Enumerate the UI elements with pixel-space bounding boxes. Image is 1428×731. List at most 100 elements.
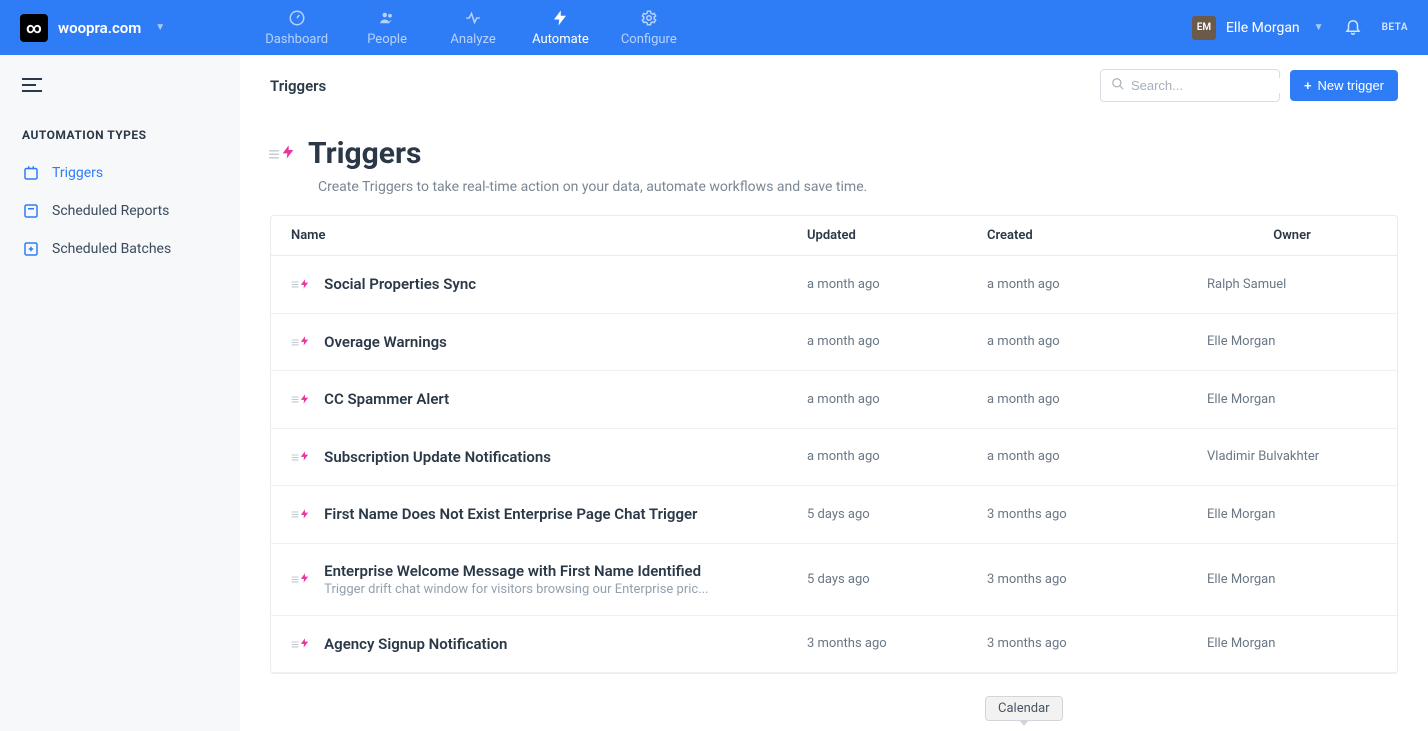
table-header: Name Updated Created Owner <box>271 216 1397 256</box>
header-owner[interactable]: Owner <box>1207 228 1377 243</box>
row-name-cell: ≡Enterprise Welcome Message with First N… <box>291 562 807 597</box>
row-updated: a month ago <box>807 449 987 464</box>
site-name: woopra.com <box>58 19 141 37</box>
row-created: 3 months ago <box>987 572 1207 587</box>
calendar-tooltip: Calendar <box>985 696 1063 721</box>
row-name-cell: ≡ Overage Warnings <box>291 332 807 353</box>
batch-icon <box>22 240 40 258</box>
content: Triggers + New trigger ≡ <box>240 55 1428 731</box>
row-name: Overage Warnings <box>324 333 807 351</box>
table-row[interactable]: ≡Agency Signup Notification3 months ago3… <box>271 616 1397 674</box>
table-row[interactable]: ≡ First Name Does Not Exist Enterprise Pa… <box>271 486 1397 544</box>
site-switcher[interactable]: ∞ woopra.com ▼ <box>20 14 165 42</box>
row-desc: Trigger drift chat window for visitors b… <box>324 582 807 597</box>
trigger-icon <box>22 164 40 182</box>
table-row[interactable]: ≡Enterprise Welcome Message with First N… <box>271 544 1397 616</box>
row-updated: 3 months ago <box>807 636 987 651</box>
row-owner: Vladimir Bulvakhter <box>1207 449 1377 464</box>
nav-tab-label: Configure <box>621 32 677 47</box>
row-name: Social Properties Sync <box>324 275 807 293</box>
row-name-cell: ≡ Subscription Update Notifications <box>291 447 807 468</box>
gear-icon <box>640 9 658 30</box>
page-subtitle: Create Triggers to take real-time action… <box>318 179 1398 195</box>
row-owner: Elle Morgan <box>1207 636 1377 651</box>
nav-tab-automate[interactable]: Automate <box>532 0 589 55</box>
row-created: a month ago <box>987 449 1207 464</box>
header-created[interactable]: Created <box>987 228 1207 243</box>
triggers-table: Name Updated Created Owner ≡ Social Prope… <box>270 215 1398 674</box>
row-name: Subscription Update Notifications <box>324 448 807 466</box>
trigger-bolt-icon: ≡ <box>291 391 310 410</box>
content-toolbar: Triggers + New trigger <box>240 55 1428 116</box>
user-name: Elle Morgan <box>1226 20 1300 36</box>
table-body[interactable]: ≡Social Properties Synca month agoa mont… <box>271 256 1397 673</box>
trigger-bolt-icon: ≡ <box>291 570 310 589</box>
nav-tab-configure[interactable]: Configure <box>621 0 677 55</box>
menu-icon <box>22 77 42 96</box>
header-updated[interactable]: Updated <box>807 228 987 243</box>
sidebar-toggle[interactable] <box>0 73 240 110</box>
plus-icon: + <box>1304 78 1312 93</box>
nav-tab-analyze[interactable]: Analyze <box>446 0 500 55</box>
main-layout: AUTOMATION TYPES Triggers Scheduled Repo… <box>0 55 1428 731</box>
nav-tab-dashboard[interactable]: Dashboard <box>265 0 328 55</box>
bell-icon[interactable] <box>1344 17 1362 39</box>
people-icon <box>378 9 396 30</box>
sidebar-item-label: Scheduled Reports <box>52 203 169 219</box>
page-title: Triggers <box>308 136 421 171</box>
trigger-bolt-icon: ≡ <box>270 142 294 166</box>
header-name[interactable]: Name <box>291 228 807 243</box>
row-name-cell: ≡ Social Properties Sync <box>291 274 807 295</box>
table-row[interactable]: ≡Overage Warningsa month agoa month agoE… <box>271 314 1397 372</box>
sidebar-item-label: Scheduled Batches <box>52 241 171 257</box>
trigger-bolt-icon: ≡ <box>291 448 310 467</box>
row-created: 3 months ago <box>987 507 1207 522</box>
pulse-icon <box>464 9 482 30</box>
user-menu[interactable]: EM Elle Morgan ▼ <box>1192 16 1324 40</box>
search-input[interactable] <box>1131 78 1307 93</box>
page-header: ≡ Triggers Create Triggers to take real-… <box>240 116 1428 215</box>
sidebar-item-label: Triggers <box>52 165 103 181</box>
report-icon <box>22 202 40 220</box>
nav-tab-label: People <box>367 32 407 47</box>
search-icon <box>1111 76 1125 95</box>
trigger-bolt-icon: ≡ <box>291 635 310 654</box>
bolt-icon <box>551 9 569 30</box>
sidebar-item-triggers[interactable]: Triggers <box>0 154 240 192</box>
nav-tab-label: Automate <box>532 32 589 47</box>
logo-icon: ∞ <box>20 14 48 42</box>
row-updated: a month ago <box>807 334 987 349</box>
row-updated: a month ago <box>807 392 987 407</box>
row-updated: 5 days ago <box>807 507 987 522</box>
new-trigger-button[interactable]: + New trigger <box>1290 70 1398 101</box>
nav-tab-label: Analyze <box>450 32 495 47</box>
table-row[interactable]: ≡Social Properties Synca month agoa mont… <box>271 256 1397 314</box>
sidebar-heading: AUTOMATION TYPES <box>0 110 240 154</box>
row-name: CC Spammer Alert <box>324 390 807 408</box>
sidebar: AUTOMATION TYPES Triggers Scheduled Repo… <box>0 55 240 731</box>
trigger-bolt-icon: ≡ <box>291 506 310 525</box>
sidebar-item-scheduled-reports[interactable]: Scheduled Reports <box>0 192 240 230</box>
gauge-icon <box>288 9 306 30</box>
row-created: 3 months ago <box>987 636 1207 651</box>
sidebar-item-scheduled-batches[interactable]: Scheduled Batches <box>0 230 240 268</box>
search-box[interactable] <box>1100 69 1280 102</box>
row-created: a month ago <box>987 334 1207 349</box>
nav-tabs: Dashboard People Analyze Automate Config… <box>265 0 677 55</box>
table-row[interactable]: ≡Subscription Update Notificationsa mont… <box>271 429 1397 487</box>
new-trigger-label: New trigger <box>1318 78 1384 93</box>
row-name-cell: ≡ First Name Does Not Exist Enterprise Pa… <box>291 504 807 525</box>
top-nav: ∞ woopra.com ▼ Dashboard People Analyze <box>0 0 1428 55</box>
row-updated: a month ago <box>807 277 987 292</box>
row-owner: Ralph Samuel <box>1207 277 1377 292</box>
nav-right: EM Elle Morgan ▼ BETA <box>1192 16 1408 40</box>
row-name: Agency Signup Notification <box>324 635 807 653</box>
trigger-bolt-icon: ≡ <box>291 276 310 295</box>
row-name-cell: ≡ CC Spammer Alert <box>291 389 807 410</box>
row-name-cell: ≡ Agency Signup Notification <box>291 634 807 655</box>
trigger-bolt-icon: ≡ <box>291 333 310 352</box>
table-row[interactable]: ≡CC Spammer Alerta month agoa month agoE… <box>271 371 1397 429</box>
nav-tab-label: Dashboard <box>265 32 328 47</box>
row-name: First Name Does Not Exist Enterprise Pag… <box>324 505 807 523</box>
nav-tab-people[interactable]: People <box>360 0 414 55</box>
